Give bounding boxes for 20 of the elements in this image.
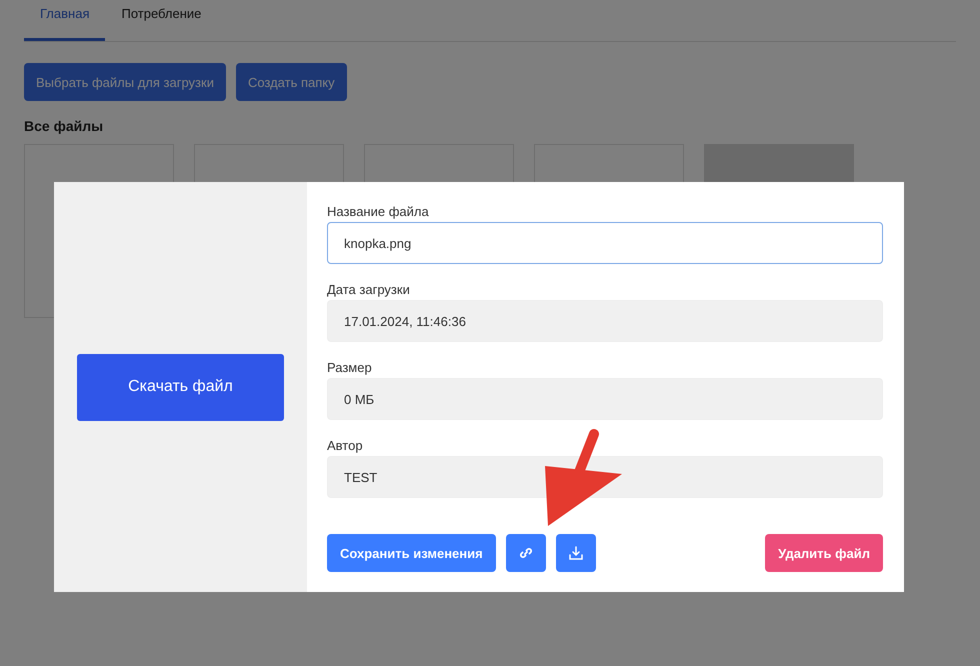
input-field[interactable]: knopka.png bbox=[327, 222, 883, 264]
download-button[interactable] bbox=[556, 534, 596, 572]
delete-button[interactable]: Удалить файл bbox=[765, 534, 883, 572]
link-button[interactable] bbox=[506, 534, 546, 572]
field-label: Название файла bbox=[327, 204, 430, 219]
field-label: Дата загрузки bbox=[327, 282, 411, 297]
toolbar-button[interactable]: Выбрать файлы для загрузки bbox=[24, 63, 226, 101]
save-button[interactable]: Сохранить изменения bbox=[327, 534, 496, 572]
link-icon bbox=[520, 547, 532, 559]
input-field[interactable]: TEST bbox=[327, 456, 883, 498]
tab[interactable]: Потребление bbox=[105, 0, 218, 41]
download-file-button[interactable]: Скачать файл bbox=[77, 354, 284, 420]
input-field[interactable]: 0 МБ bbox=[327, 378, 883, 420]
input-field[interactable]: 17.01.2024, 11:46:36 bbox=[327, 300, 883, 342]
toolbar-button[interactable]: Создать папку bbox=[236, 63, 347, 101]
tab[interactable]: Главная bbox=[24, 0, 106, 41]
field-label: Размер bbox=[327, 360, 373, 375]
section-title: Все файлы bbox=[24, 118, 104, 134]
field-label: Автор bbox=[327, 438, 364, 453]
download-icon bbox=[568, 546, 583, 560]
